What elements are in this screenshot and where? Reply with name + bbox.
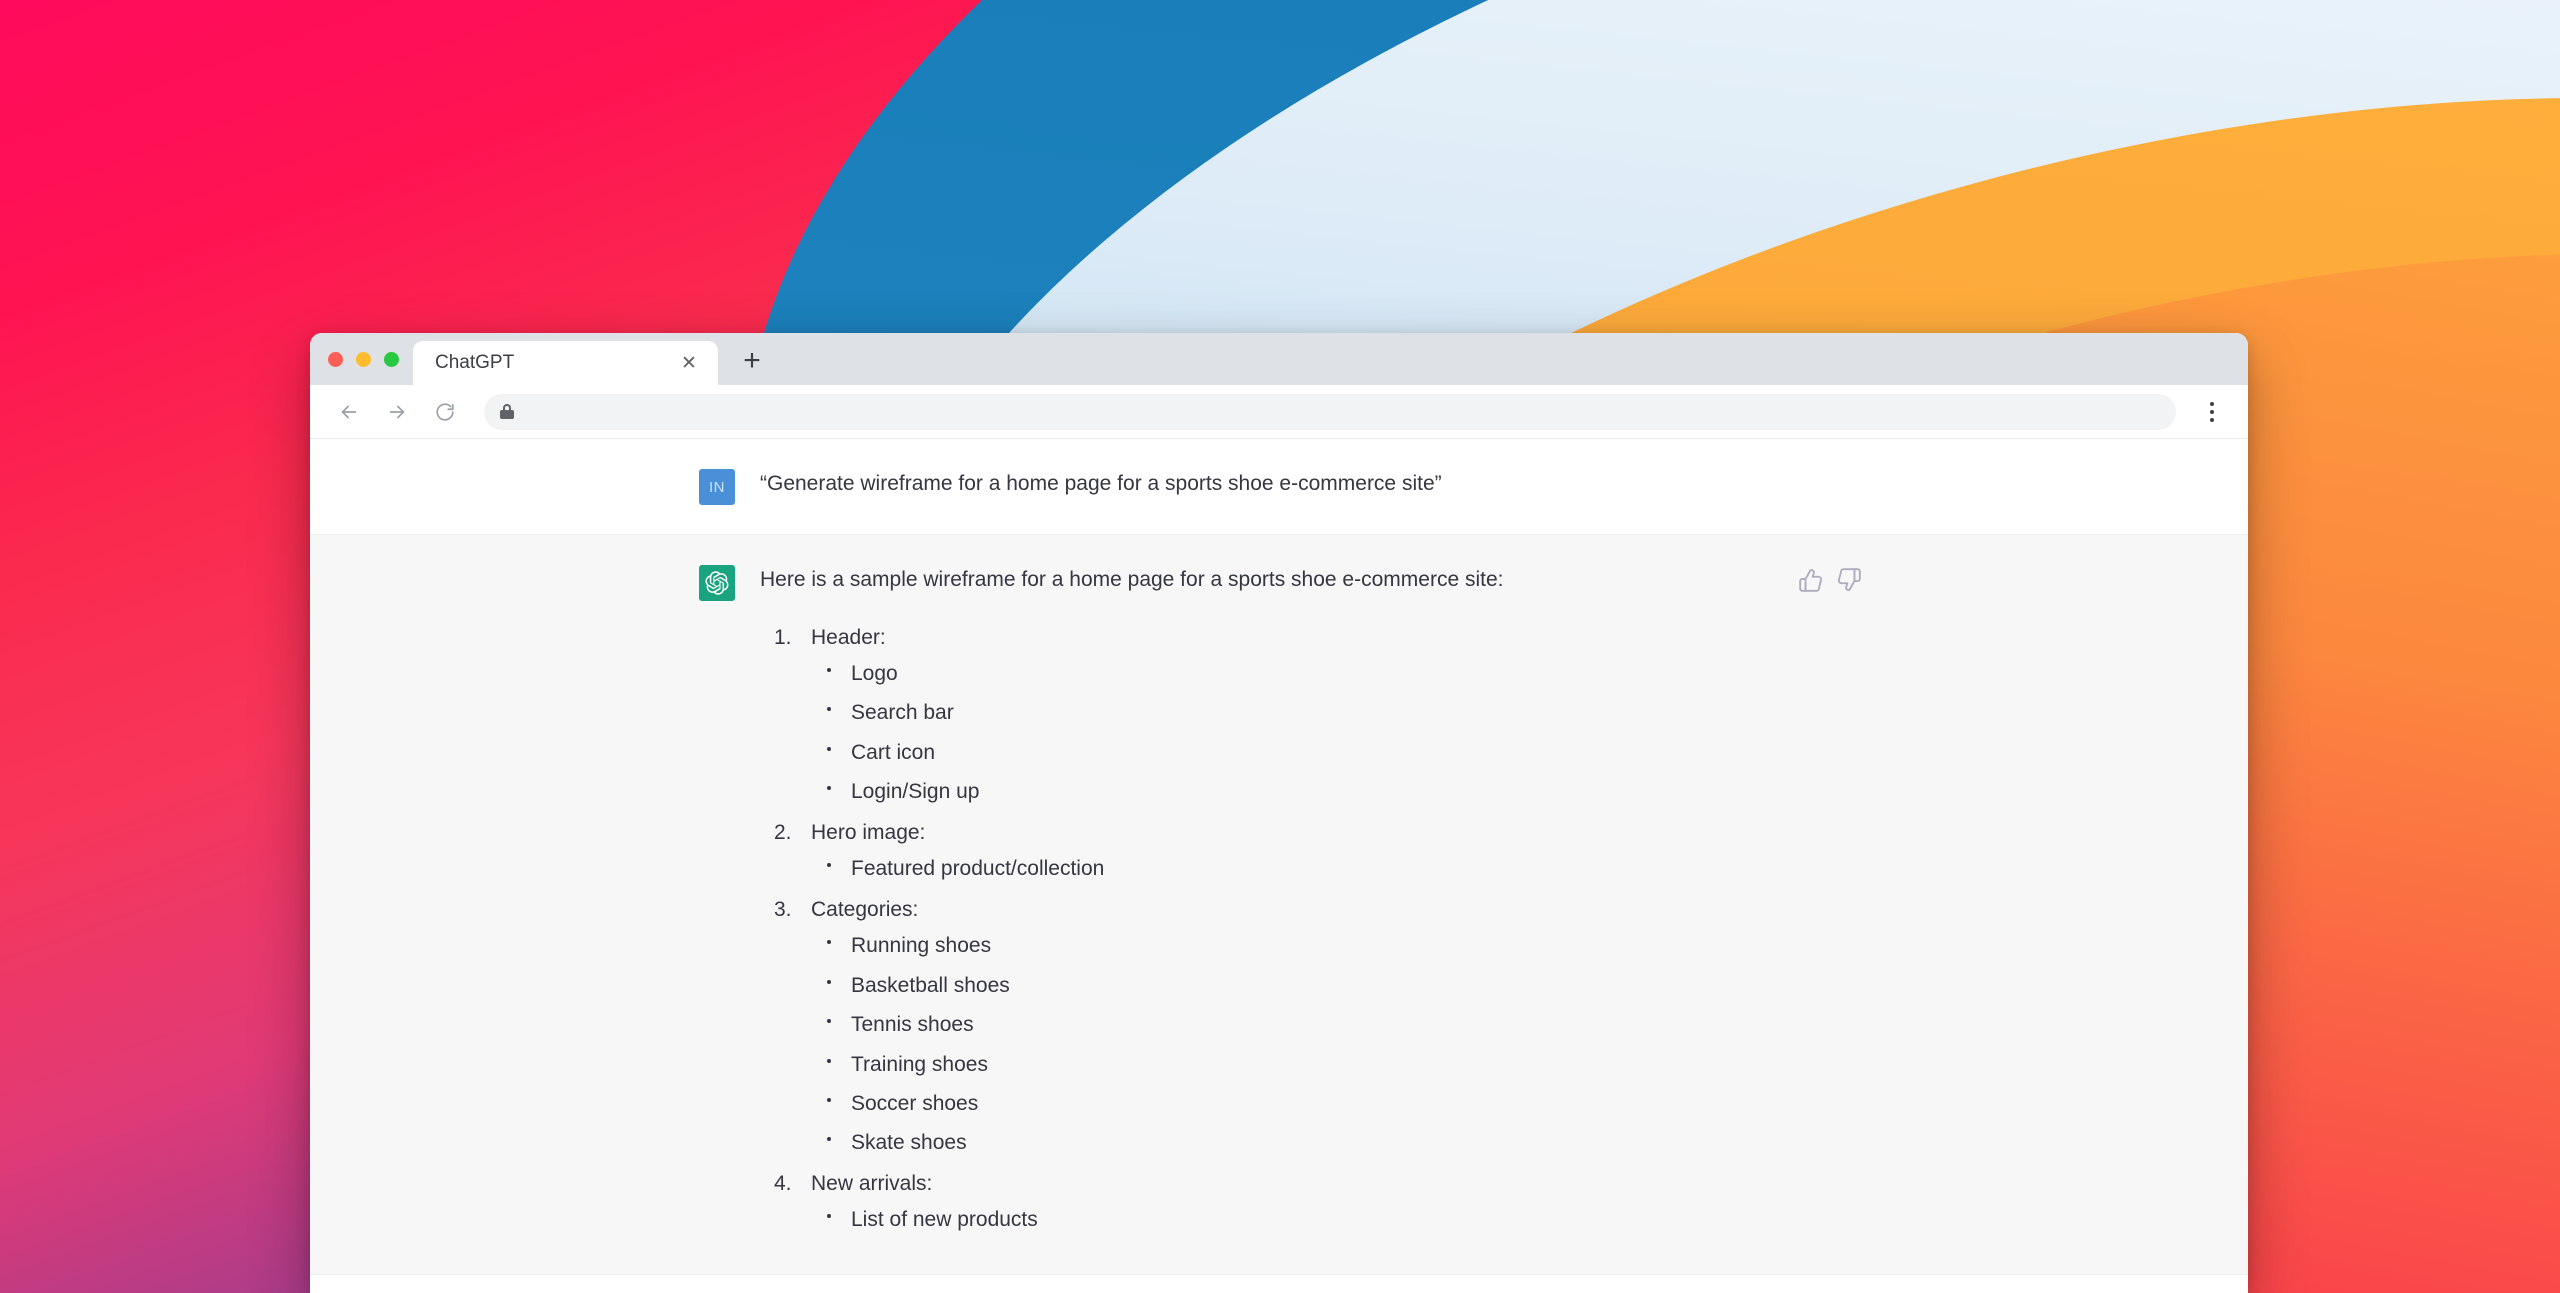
wireframe-outline-list: 1. Header: Logo Search bar Cart icon Login/Si… (760, 622, 1859, 1236)
back-arrow-icon[interactable] (330, 393, 368, 431)
bullet-dot-icon (827, 1058, 831, 1063)
outline-section: 2. Hero image: Featured product/collection (760, 817, 1859, 885)
assistant-avatar (699, 565, 735, 601)
outline-section: 4. New arrivals: List of new products (760, 1168, 1859, 1236)
assistant-intro-text: Here is a sample wireframe for a home pa… (760, 568, 1504, 591)
outline-sub-item-label: Login/Sign up (851, 780, 980, 804)
bullet-dot-icon (827, 1019, 831, 1024)
outline-sub-item-label: Skate shoes (851, 1131, 967, 1155)
outline-sub-item-label: List of new products (851, 1208, 1038, 1232)
outline-sub-item-label: Logo (851, 662, 898, 686)
browser-window: ChatGPT ✕ + IN “Generate wireframe for a… (310, 333, 2248, 1293)
thumbs-down-icon[interactable] (1836, 567, 1862, 593)
new-tab-button[interactable]: + (730, 339, 774, 383)
outline-sub-list: Featured product/collection (811, 854, 1859, 884)
page-viewport: IN “Generate wireframe for a home page f… (310, 439, 2248, 1293)
outline-sub-item-label: Featured product/collection (851, 857, 1105, 881)
outline-section-title: Hero image: (811, 820, 926, 844)
tab-title: ChatGPT (435, 352, 515, 373)
outline-section-number: 1. (774, 625, 792, 649)
secure-lock-icon (500, 404, 514, 419)
outline-sub-item: Featured product/collection (811, 854, 1859, 884)
outline-sub-item: Running shoes (811, 931, 1859, 961)
close-tab-icon[interactable]: ✕ (676, 350, 702, 376)
chat-message-assistant: Here is a sample wireframe for a home pa… (310, 535, 2248, 1275)
user-message-text: “Generate wireframe for a home page for … (760, 472, 1442, 495)
outline-sub-item: Login/Sign up (811, 777, 1859, 807)
outline-sub-item: Skate shoes (811, 1128, 1859, 1158)
browser-tab-strip: ChatGPT ✕ + (310, 333, 2248, 385)
bullet-dot-icon (827, 786, 831, 791)
window-traffic-lights (324, 333, 413, 385)
openai-logo-icon (705, 571, 729, 595)
thumbs-up-icon[interactable] (1798, 567, 1824, 593)
outline-section-title: Header: (811, 625, 886, 649)
maximize-window-button[interactable] (384, 351, 399, 367)
outline-sub-item-label: Basketball shoes (851, 973, 1010, 997)
chat-message-user: IN “Generate wireframe for a home page f… (310, 439, 2248, 535)
outline-sub-item-label: Soccer shoes (851, 1091, 979, 1115)
outline-sub-list: Running shoes Basketball shoes Tennis shoe… (811, 931, 1859, 1159)
user-avatar: IN (699, 469, 735, 505)
bullet-dot-icon (827, 668, 831, 673)
bullet-dot-icon (827, 1097, 831, 1102)
outline-sub-item-label: Tennis shoes (851, 1013, 974, 1037)
outline-section-number: 3. (774, 897, 792, 921)
minimize-window-button[interactable] (356, 351, 371, 367)
outline-sub-item-label: Training shoes (851, 1052, 988, 1076)
outline-section-title: Categories: (811, 897, 919, 921)
outline-sub-item: Training shoes (811, 1050, 1859, 1080)
outline-section-number: 4. (774, 1171, 792, 1195)
outline-section: 1. Header: Logo Search bar Cart icon Login/Si… (760, 622, 1859, 808)
outline-section-title: New arrivals: (811, 1171, 933, 1195)
outline-sub-item: Soccer shoes (811, 1089, 1859, 1119)
outline-sub-item-label: Search bar (851, 701, 954, 725)
outline-section-number: 2. (774, 820, 792, 844)
close-window-button[interactable] (328, 351, 343, 367)
browser-menu-icon[interactable] (2194, 394, 2230, 430)
outline-sub-item: Logo (811, 659, 1859, 689)
outline-sub-item: Search bar (811, 698, 1859, 728)
bullet-dot-icon (827, 707, 831, 712)
bullet-dot-icon (827, 863, 831, 868)
outline-sub-item: Cart icon (811, 738, 1859, 768)
outline-sub-list: List of new products (811, 1205, 1859, 1235)
browser-toolbar (310, 385, 2248, 439)
bullet-dot-icon (827, 746, 831, 751)
browser-tab-chatgpt[interactable]: ChatGPT ✕ (413, 341, 718, 385)
outline-sub-item-label: Cart icon (851, 740, 936, 764)
outline-sub-item-label: Running shoes (851, 934, 992, 958)
message-feedback-actions (1798, 567, 1862, 593)
reload-icon[interactable] (426, 393, 464, 431)
outline-sub-list: Logo Search bar Cart icon Login/Sign up (811, 659, 1859, 808)
outline-section: 3. Categories: Running shoes Basketball sho… (760, 894, 1859, 1159)
address-bar[interactable] (484, 393, 2176, 430)
bullet-dot-icon (827, 979, 831, 984)
outline-sub-item: Tennis shoes (811, 1010, 1859, 1040)
outline-sub-item: Basketball shoes (811, 971, 1859, 1001)
bullet-dot-icon (827, 940, 831, 945)
bullet-dot-icon (827, 1137, 831, 1142)
bullet-dot-icon (827, 1214, 831, 1219)
forward-arrow-icon[interactable] (378, 393, 416, 431)
outline-sub-item: List of new products (811, 1205, 1859, 1235)
